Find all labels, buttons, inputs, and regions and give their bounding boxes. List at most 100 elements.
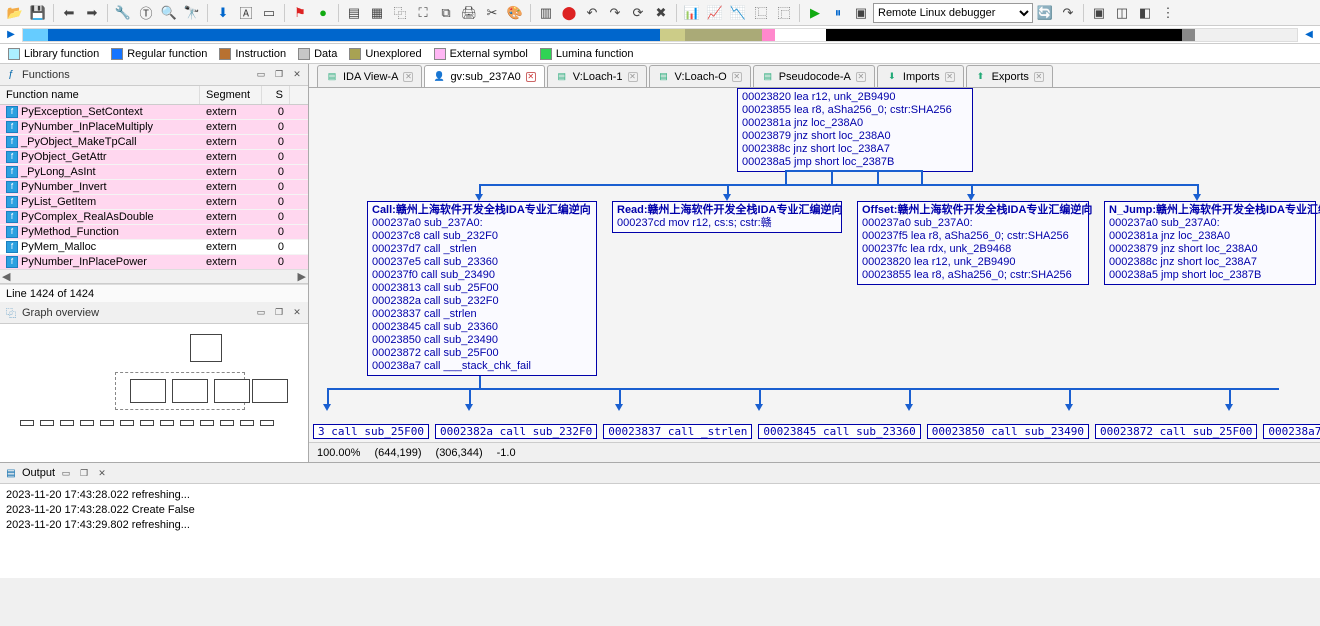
tool-icon[interactable]: 🔧 (112, 2, 134, 24)
win2-icon[interactable]: ◫ (1111, 2, 1133, 24)
close-x-icon[interactable]: ✖ (650, 2, 672, 24)
functions-hscroll[interactable]: ◀▶ (0, 269, 308, 283)
cut-icon[interactable]: ✂ (481, 2, 503, 24)
graph-icon[interactable]: ⿻ (389, 2, 411, 24)
output-body[interactable]: 2023-11-20 17:43:28.022 refreshing...202… (0, 484, 1320, 578)
nav-right-icon[interactable]: ◀ (1302, 28, 1316, 42)
gov-close-icon[interactable]: ✕ (290, 306, 304, 320)
run-icon[interactable]: ▶ (804, 2, 826, 24)
function-row[interactable]: fPyComplex_RealAsDoubleextern0 (0, 210, 308, 225)
graph-mini-node[interactable]: 3 call sub_25F00 (313, 424, 429, 439)
segment-bar[interactable] (22, 28, 1298, 42)
tab-pseudo[interactable]: ▤Pseudocode-A✕ (753, 65, 875, 87)
save-icon[interactable]: 💾 (27, 2, 49, 24)
functions-header-row[interactable]: Function name Segment S (0, 86, 308, 105)
stop-icon[interactable]: ▣ (850, 2, 872, 24)
function-row[interactable]: fPyMethod_Functionextern0 (0, 225, 308, 240)
redo-icon[interactable]: ↷ (604, 2, 626, 24)
tab-close-icon[interactable]: ✕ (1034, 72, 1044, 82)
graph-mini-node[interactable]: 00023872 call sub_25F00 (1095, 424, 1257, 439)
palette-icon[interactable]: 🎨 (504, 2, 526, 24)
function-row[interactable]: fPyException_SetContextextern0 (0, 105, 308, 120)
win1-icon[interactable]: ▣ (1088, 2, 1110, 24)
undo-icon[interactable]: ↶ (581, 2, 603, 24)
text-icon[interactable]: Ⓣ (135, 2, 157, 24)
chart4-icon[interactable]: ⿺ (750, 2, 772, 24)
search-icon[interactable]: 🔍 (158, 2, 180, 24)
out-detach-icon[interactable]: ❐ (77, 466, 91, 480)
record-icon[interactable]: ⬤ (558, 2, 580, 24)
nav-back-icon[interactable]: ⬅ (58, 2, 80, 24)
graph-node-call[interactable]: Call:赣州上海软件开发全栈IDA专业汇编逆向000237a0 sub_237… (367, 201, 597, 376)
chart3-icon[interactable]: 📉 (727, 2, 749, 24)
function-row[interactable]: f_PyObject_MakeTpCallextern0 (0, 135, 308, 150)
chart2-icon[interactable]: 📈 (704, 2, 726, 24)
chart1-icon[interactable]: 📊 (681, 2, 703, 24)
graph-overview-canvas[interactable] (0, 324, 308, 462)
tab-close-icon[interactable]: ✕ (945, 72, 955, 82)
graph-mini-node[interactable]: 0002382a call sub_232F0 (435, 424, 597, 439)
pause-icon[interactable]: ⏸ (827, 2, 849, 24)
dash-icon[interactable]: ▭ (258, 2, 280, 24)
col-segment[interactable]: Segment (200, 86, 262, 104)
function-row[interactable]: fPyObject_GetAttrextern0 (0, 150, 308, 165)
function-row[interactable]: f_PyLong_AsIntextern0 (0, 165, 308, 180)
graph-node-offset[interactable]: Offset:赣州上海软件开发全栈IDA专业汇编逆向000237a0 sub_2… (857, 201, 1089, 285)
tab-close-icon[interactable]: ✕ (856, 72, 866, 82)
tab-close-icon[interactable]: ✕ (628, 72, 638, 82)
col-s[interactable]: S (262, 86, 290, 104)
gov-detach-icon[interactable]: ❐ (272, 306, 286, 320)
editor-tabs: ▤IDA View-A✕👤gv:sub_237A0✕▤V:Loach-1✕▤V:… (309, 64, 1320, 88)
circle-icon[interactable]: ● (312, 2, 334, 24)
more-icon[interactable]: ⋮ (1157, 2, 1179, 24)
list-icon[interactable]: ▤ (343, 2, 365, 24)
print-icon[interactable]: 🖨 (458, 2, 480, 24)
tab-imports[interactable]: ⬇Imports✕ (877, 65, 964, 87)
graph-mini-node[interactable]: 000238a7 call ___stack_chk (1263, 424, 1320, 439)
out-restore-icon[interactable]: ▭ (59, 466, 73, 480)
graph-node-njump[interactable]: N_Jump:赣州上海软件开发全栈IDA专业汇编逆000237a0 sub_23… (1104, 201, 1316, 285)
pane-close-icon[interactable]: ✕ (290, 68, 304, 82)
flag-icon[interactable]: ⚑ (289, 2, 311, 24)
tab-close-icon[interactable]: ✕ (403, 72, 413, 82)
graph-node-top[interactable]: 00023820 lea r12, unk_2B949000023855 lea… (737, 88, 973, 172)
step-icon[interactable]: ↷ (1057, 2, 1079, 24)
grid-icon[interactable]: ▦ (366, 2, 388, 24)
open-icon[interactable]: 📂 (4, 2, 26, 24)
function-row[interactable]: fPyMem_Mallocextern0 (0, 240, 308, 255)
gov-restore-icon[interactable]: ▭ (254, 306, 268, 320)
graph-mini-node[interactable]: 00023837 call _strlen (603, 424, 752, 439)
tab-loach1[interactable]: ▤V:Loach-1✕ (547, 65, 647, 87)
tab-close-icon[interactable]: ✕ (732, 72, 742, 82)
tab-close-icon[interactable]: ✕ (526, 72, 536, 82)
tab-ida-view-a[interactable]: ▤IDA View-A✕ (317, 65, 422, 87)
pane-restore-icon[interactable]: ▭ (254, 68, 268, 82)
graph-mini-node[interactable]: 00023845 call sub_23360 (758, 424, 920, 439)
function-row[interactable]: fPyNumber_InPlacePowerextern0 (0, 255, 308, 269)
compress-icon[interactable]: ⧉ (435, 2, 457, 24)
graph-mini-node[interactable]: 00023850 call sub_23490 (927, 424, 1089, 439)
reload-icon[interactable]: 🔄 (1034, 2, 1056, 24)
graph-node-read[interactable]: Read:赣州上海软件开发全栈IDA专业汇编逆向000237cd mov r12… (612, 201, 842, 233)
function-row[interactable]: fPyNumber_InPlaceMultiplyextern0 (0, 120, 308, 135)
tab-loach0[interactable]: ▤V:Loach-O✕ (649, 65, 751, 87)
function-row[interactable]: fPyNumber_Invertextern0 (0, 180, 308, 195)
col-function-name[interactable]: Function name (0, 86, 200, 104)
pane-detach-icon[interactable]: ❐ (272, 68, 286, 82)
binoculars-icon[interactable]: 🔭 (181, 2, 203, 24)
nav-left-icon[interactable]: ▶ (4, 28, 18, 42)
box1-icon[interactable]: ▥ (535, 2, 557, 24)
tab-exports[interactable]: ⬆Exports✕ (966, 65, 1053, 87)
graph-view[interactable]: 00023820 lea r12, unk_2B949000023855 lea… (309, 88, 1320, 462)
out-close-icon[interactable]: ✕ (95, 466, 109, 480)
tab-gv-sub[interactable]: 👤gv:sub_237A0✕ (424, 65, 544, 87)
arrow-down-icon[interactable]: ⬇ (212, 2, 234, 24)
debugger-select[interactable]: Remote Linux debugger (873, 3, 1033, 23)
box-a-icon[interactable]: 🄰 (235, 2, 257, 24)
nav-fwd-icon[interactable]: ➡ (81, 2, 103, 24)
chart5-icon[interactable]: ⿸ (773, 2, 795, 24)
expand-icon[interactable]: ⛶ (412, 2, 434, 24)
function-row[interactable]: fPyList_GetItemextern0 (0, 195, 308, 210)
win3-icon[interactable]: ◧ (1134, 2, 1156, 24)
refresh-icon[interactable]: ⟳ (627, 2, 649, 24)
